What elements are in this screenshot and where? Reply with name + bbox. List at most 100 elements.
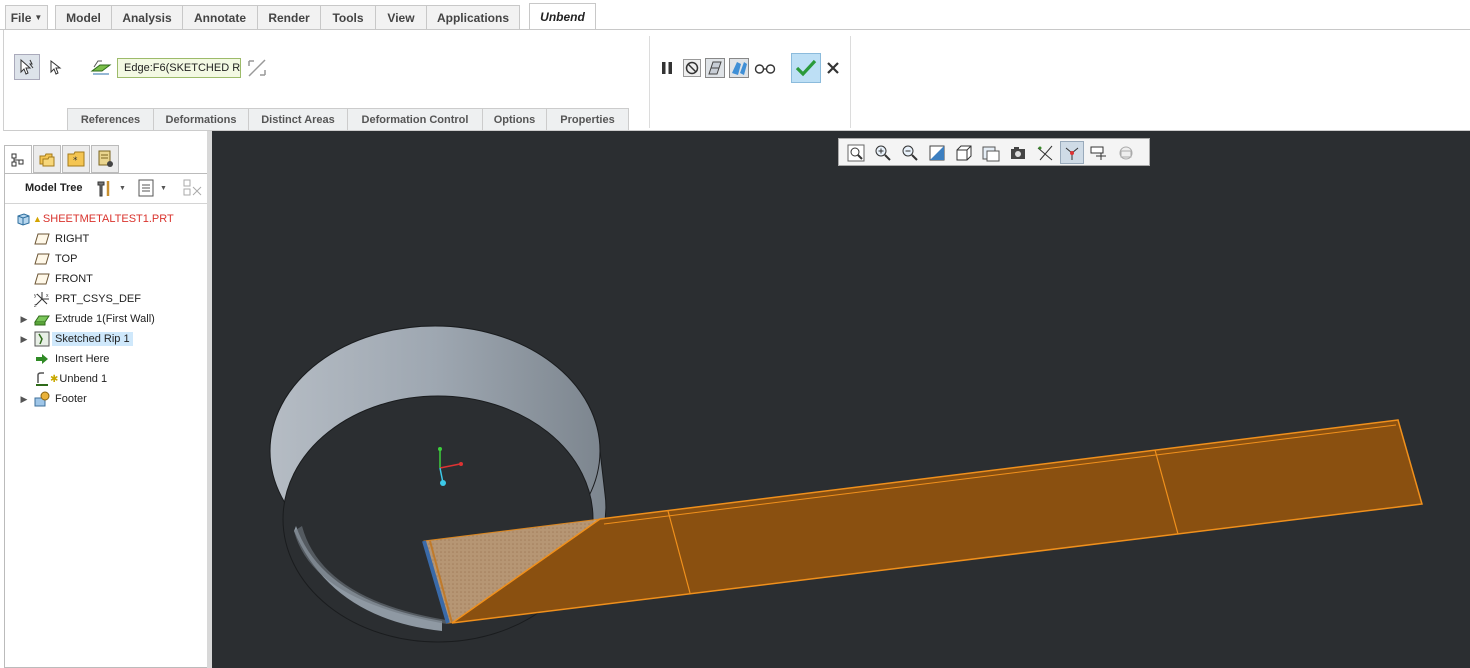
tab-annotate[interactable]: Annotate	[182, 5, 258, 29]
select-arrow-button[interactable]	[42, 54, 68, 80]
diagonal-arrows-icon	[248, 59, 266, 77]
pointer-arrow-icon	[50, 59, 62, 75]
file-menu[interactable]: File ▼	[5, 5, 48, 29]
expand-extrude-icon[interactable]: ▶	[19, 314, 29, 324]
checkmark-icon	[795, 59, 817, 77]
model-3d-view	[269, 325, 1423, 643]
cancel-button[interactable]	[820, 55, 846, 81]
tab-options[interactable]: Options	[482, 108, 547, 131]
folders-icon	[39, 153, 55, 167]
tab-properties[interactable]: Properties	[546, 108, 629, 131]
insert-arrow-icon	[34, 351, 50, 367]
glasses-icon	[754, 64, 776, 74]
no-preview-icon	[683, 59, 701, 77]
model-tree-title: Model Tree	[25, 182, 83, 194]
tab-view[interactable]: View	[375, 5, 427, 29]
tree-item-label: Unbend 1	[59, 373, 108, 385]
unbend-dashboard: Edge:F6(SKETCHED RIP_ References Deforma…	[3, 30, 1470, 131]
ribbon-separator-right	[850, 36, 851, 128]
tab-deformations[interactable]: Deformations	[153, 108, 249, 131]
tree-item-extrude[interactable]: Extrude 1(First Wall)	[34, 310, 155, 328]
pause-icon	[662, 62, 672, 74]
select-mode-button[interactable]	[14, 54, 40, 80]
tree-item-footer[interactable]: Footer	[34, 390, 87, 408]
pause-button[interactable]	[654, 55, 680, 81]
list-filter-icon	[138, 179, 154, 197]
sketched-rip-icon	[34, 331, 50, 347]
tab-deformation-control[interactable]: Deformation Control	[347, 108, 483, 131]
tree-item-sketched-rip[interactable]: Sketched Rip 1	[34, 330, 133, 348]
unbend-reference-icon	[88, 54, 114, 80]
tree-item-front[interactable]: FRONT	[34, 270, 93, 288]
unbend-icon	[34, 371, 50, 387]
tree-item-label: SHEETMETALTEST1.PRT	[42, 213, 174, 225]
warning-icon: ▲	[33, 214, 42, 224]
tree-item-top[interactable]: TOP	[34, 250, 77, 268]
expand-footer-icon[interactable]: ▶	[19, 394, 29, 404]
datum-plane-icon	[34, 271, 50, 287]
tree-item-label: Insert Here	[55, 353, 110, 365]
tab-references[interactable]: References	[67, 108, 154, 131]
tree-columns-icon	[183, 179, 202, 196]
tree-title-divider	[5, 203, 209, 204]
tab-model[interactable]: Model	[55, 5, 112, 29]
chevron-down-icon: ▼	[34, 13, 43, 22]
tree-item-label: TOP	[55, 253, 78, 265]
tab-applications[interactable]: Applications	[426, 5, 520, 29]
tree-item-label: RIGHT	[55, 233, 90, 245]
tab-analysis[interactable]: Analysis	[111, 5, 183, 29]
datum-plane-icon	[34, 251, 50, 267]
apply-button[interactable]	[791, 53, 821, 83]
new-feature-icon: ✱	[50, 373, 59, 385]
tree-item-label: FRONT	[55, 273, 93, 285]
graphics-window[interactable]	[212, 131, 1470, 668]
tree-item-csys[interactable]: yxz PRT_CSYS_DEF	[34, 290, 141, 308]
tab-distinct-areas[interactable]: Distinct Areas	[248, 108, 348, 131]
tree-icon	[11, 153, 24, 166]
file-menu-label: File	[10, 10, 32, 25]
model-tree-pane: Model Tree ▼ ▼ ▲ SHEETMETALTEST1.PRT RIG…	[4, 173, 210, 668]
tree-item-right[interactable]: RIGHT	[34, 230, 89, 248]
tab-favorites[interactable]: *	[62, 145, 90, 173]
tab-model-tree[interactable]	[4, 145, 32, 173]
tab-folder-browser[interactable]	[33, 145, 61, 173]
tree-item-label: PRT_CSYS_DEF	[55, 293, 141, 305]
select-arrow-bolt-icon	[20, 58, 34, 75]
expand-rip-icon[interactable]: ▶	[19, 334, 29, 344]
svg-text:x: x	[46, 293, 49, 299]
flip-direction-button[interactable]	[244, 55, 270, 81]
tab-unbend[interactable]: Unbend	[529, 3, 596, 29]
menu-bar: File ▼ Model Analysis Annotate Render To…	[0, 0, 1470, 30]
show-filter-button[interactable]: ▼	[138, 178, 172, 198]
detached-preview-button[interactable]	[726, 55, 752, 81]
tree-item-label: Extrude 1(First Wall)	[55, 313, 155, 325]
tree-item-unbend[interactable]: ✱ Unbend 1	[34, 370, 107, 388]
tree-item-label: Footer	[55, 393, 87, 405]
attached-preview-button[interactable]	[702, 55, 728, 81]
svg-text:*: *	[73, 156, 78, 166]
tree-settings-button[interactable]: ▼	[95, 178, 129, 198]
edge-reference-field[interactable]: Edge:F6(SKETCHED RIP_	[117, 58, 241, 78]
hammer-wrench-icon	[97, 181, 110, 197]
folder-star-icon: *	[67, 151, 85, 167]
chevron-down-icon: ▼	[160, 184, 167, 192]
tree-columns-button[interactable]	[183, 178, 205, 198]
mesh-preview-icon	[705, 58, 725, 78]
tab-tools[interactable]: Tools	[320, 5, 376, 29]
tab-layers[interactable]	[91, 145, 119, 173]
ribbon-separator	[649, 36, 650, 128]
tab-render[interactable]: Render	[257, 5, 321, 29]
navigator-panel: * Model Tree ▼ ▼ ▲ SHEETMETALTEST1.PRT R…	[0, 131, 212, 668]
tree-item-insert-here[interactable]: Insert Here	[34, 350, 109, 368]
verify-mode-button[interactable]	[752, 55, 778, 81]
chevron-down-icon: ▼	[119, 184, 126, 192]
footer-icon	[34, 391, 50, 407]
glasses-preview-icon	[729, 58, 749, 78]
close-icon	[827, 62, 839, 74]
layers-icon	[98, 150, 113, 167]
sheet-unbend-icon	[90, 60, 112, 75]
extrude-wall-icon	[34, 311, 50, 327]
csys-icon: yxz	[34, 291, 50, 307]
tree-item-label: Sketched Rip 1	[52, 332, 133, 346]
tree-item-part[interactable]: ▲ SHEETMETALTEST1.PRT	[15, 210, 174, 228]
